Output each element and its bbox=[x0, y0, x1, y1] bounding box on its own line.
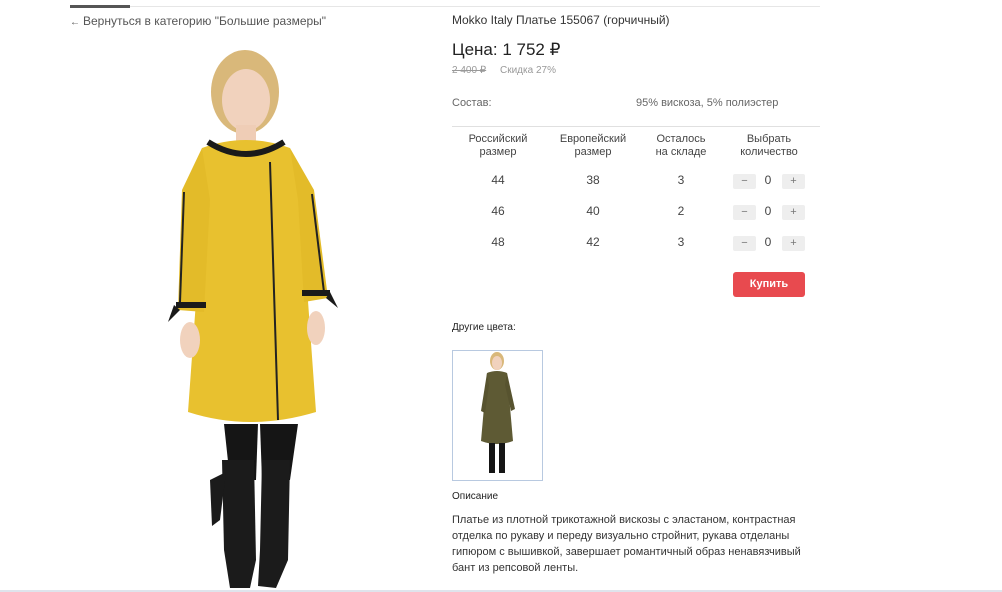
qty-plus-button[interactable]: + bbox=[782, 205, 805, 220]
product-price: Цена: 1 752 ₽ bbox=[452, 40, 561, 59]
other-colors-label: Другие цвета: bbox=[452, 322, 516, 333]
qty-value[interactable]: 0 bbox=[762, 173, 774, 187]
top-divider-accent bbox=[70, 5, 130, 8]
description-label: Описание bbox=[452, 491, 499, 502]
product-title: Mokko Italy Платье 155067 (горчичный) bbox=[452, 13, 670, 27]
header-eu-size-line1: Европейский bbox=[559, 133, 627, 145]
top-divider bbox=[70, 5, 820, 8]
back-to-category-link[interactable]: ← Вернуться в категорию "Большие размеры" bbox=[70, 14, 326, 28]
back-link-label: Вернуться в категорию "Большие размеры" bbox=[83, 14, 327, 28]
other-color-thumbnail[interactable] bbox=[452, 350, 543, 481]
header-eu-size: Европейский размер bbox=[553, 133, 633, 159]
qty-plus-button[interactable]: + bbox=[782, 236, 805, 251]
qty-plus-button[interactable]: + bbox=[782, 174, 805, 189]
header-qty: Выбрать количество bbox=[734, 133, 804, 159]
table-cell-stock: 3 bbox=[677, 235, 685, 249]
description-text: Платье из плотной трикотажной вискозы с … bbox=[452, 514, 801, 574]
table-cell-eu: 40 bbox=[586, 204, 600, 218]
qty-value[interactable]: 0 bbox=[762, 235, 774, 249]
composition-value: 95% вискоза, 5% полиэстер bbox=[636, 97, 779, 109]
header-stock: Осталось на складе bbox=[648, 133, 714, 159]
header-ru-size-line1: Российский bbox=[468, 133, 528, 145]
header-ru-size-line2: размер bbox=[479, 146, 517, 158]
qty-value[interactable]: 0 bbox=[762, 204, 774, 218]
header-ru-size: Российский размер bbox=[463, 133, 533, 159]
qty-minus-button[interactable]: − bbox=[733, 174, 756, 189]
table-cell-ru: 44 bbox=[491, 173, 505, 187]
header-stock-line2: на складе bbox=[655, 146, 707, 158]
table-cell-eu: 42 bbox=[586, 235, 600, 249]
qty-minus-button[interactable]: − bbox=[733, 236, 756, 251]
table-cell-ru: 46 bbox=[491, 204, 505, 218]
product-photo bbox=[168, 50, 338, 588]
header-eu-size-line2: размер bbox=[574, 146, 612, 158]
header-qty-line1: Выбрать bbox=[746, 133, 792, 145]
header-qty-line2: количество bbox=[740, 146, 798, 158]
arrow-left-icon: ← bbox=[70, 17, 80, 28]
header-stock-line1: Осталось bbox=[656, 133, 706, 145]
buy-button[interactable]: Купить bbox=[733, 272, 805, 297]
table-cell-eu: 38 bbox=[586, 173, 600, 187]
table-cell-stock: 3 bbox=[677, 173, 685, 187]
composition-label: Состав: bbox=[452, 97, 492, 109]
old-price: 2 400 ₽ bbox=[452, 65, 487, 76]
table-cell-ru: 48 bbox=[491, 235, 505, 249]
table-divider bbox=[452, 126, 820, 127]
table-cell-stock: 2 bbox=[677, 204, 685, 218]
thumbnail-photo bbox=[481, 352, 515, 473]
qty-minus-button[interactable]: − bbox=[733, 205, 756, 220]
discount-badge: Скидка 27% bbox=[500, 65, 556, 76]
